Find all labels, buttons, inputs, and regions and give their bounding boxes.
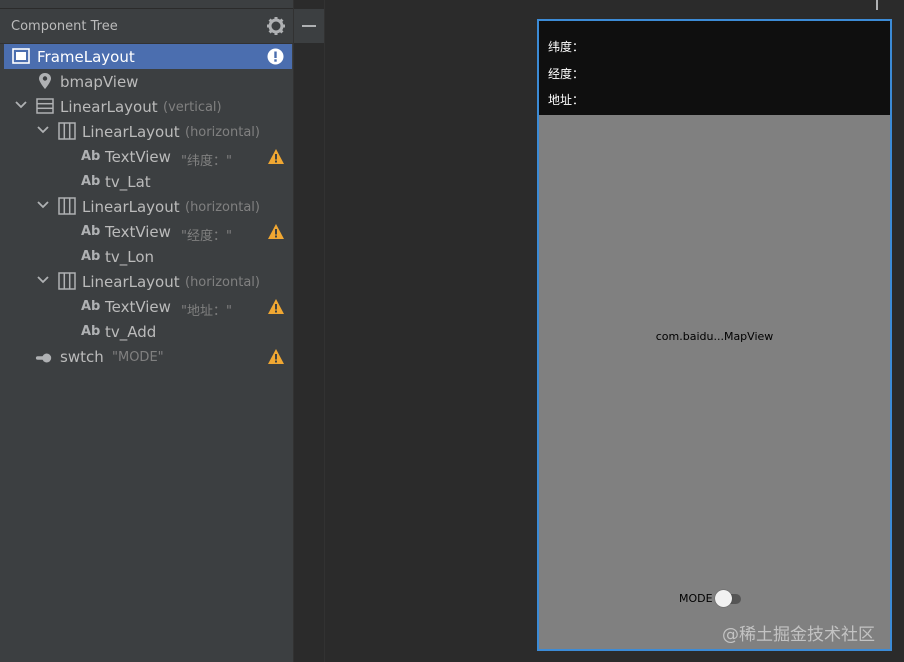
arrow-up-icon[interactable] xyxy=(870,0,884,10)
minimize-icon[interactable] xyxy=(299,16,319,36)
tree-item-linearlayout-horizontal[interactable]: LinearLayout (horizontal) xyxy=(4,269,292,294)
textview-icon: Ab xyxy=(81,174,101,189)
tree-item-linearlayout-horizontal[interactable]: LinearLayout (horizontal) xyxy=(4,119,292,144)
watermark: @稀土掘金技术社区 xyxy=(722,625,875,645)
device-preview[interactable]: 纬度： 经度： 地址： com.baidu...MapView MODE xyxy=(537,19,892,651)
tree-item-label: tv_Add xyxy=(105,323,157,341)
tree-item-framelayout[interactable]: FrameLayout xyxy=(4,44,292,69)
panel-top-strip xyxy=(0,0,293,9)
textview-icon: Ab xyxy=(81,324,101,339)
chevron-down-icon[interactable] xyxy=(36,123,50,137)
mode-switch-label: MODE xyxy=(679,592,713,605)
textview-icon: Ab xyxy=(81,299,101,314)
tree-item-linearlayout-vertical[interactable]: LinearLayout (vertical) xyxy=(4,94,292,119)
switch-icon xyxy=(35,353,52,363)
tree-item-textview[interactable]: Ab TextView "经度：" xyxy=(4,219,292,244)
tree-item-textview[interactable]: Ab TextView "纬度：" xyxy=(4,144,292,169)
panel-title: Component Tree xyxy=(11,19,118,34)
tree-item-detail: "MODE" xyxy=(112,350,164,365)
tree-item-label: FrameLayout xyxy=(37,48,135,66)
tree-item-label: swtch xyxy=(60,348,104,366)
tree-item-bmapview[interactable]: bmapView xyxy=(4,69,292,94)
chevron-down-icon[interactable] xyxy=(14,98,28,112)
tree-item-tv-lat[interactable]: Ab tv_Lat xyxy=(4,169,292,194)
tree-item-label: bmapView xyxy=(60,73,139,91)
frame-layout-icon xyxy=(12,48,30,64)
tree-item-linearlayout-horizontal[interactable]: LinearLayout (horizontal) xyxy=(4,194,292,219)
gutter-header xyxy=(294,9,324,43)
tree-item-label: LinearLayout xyxy=(60,98,158,116)
linear-layout-vertical-icon xyxy=(36,98,54,114)
mapview-placeholder: com.baidu...MapView xyxy=(655,330,774,343)
tree-item-label: tv_Lon xyxy=(105,248,155,266)
warning-icon[interactable] xyxy=(267,348,285,365)
info-header: 纬度： 经度： 地址： xyxy=(539,21,890,115)
address-label: 地址： xyxy=(548,93,585,107)
tree-item-tv-lon[interactable]: Ab tv_Lon xyxy=(4,244,292,269)
palette-gutter xyxy=(294,0,325,662)
tree-item-tv-add[interactable]: Ab tv_Add xyxy=(4,319,292,344)
component-tree-header: Component Tree xyxy=(0,9,293,44)
linear-layout-horizontal-icon xyxy=(58,122,76,140)
chevron-down-icon[interactable] xyxy=(36,198,50,212)
tree-item-label: TextView xyxy=(105,223,171,241)
textview-icon: Ab xyxy=(81,149,101,164)
tree-item-detail: "纬度：" xyxy=(181,154,232,169)
tree-item-detail: (horizontal) xyxy=(185,275,260,290)
tree-item-detail: "地址：" xyxy=(181,304,232,319)
linear-layout-horizontal-icon xyxy=(58,272,76,290)
warning-icon[interactable] xyxy=(267,223,285,240)
latitude-label: 纬度： xyxy=(548,40,585,54)
mode-switch[interactable] xyxy=(715,590,743,607)
warning-icon[interactable] xyxy=(267,148,285,165)
error-icon[interactable] xyxy=(267,48,284,65)
gear-icon[interactable] xyxy=(266,16,286,36)
tree-item-label: TextView xyxy=(105,148,171,166)
tree-item-switch[interactable]: swtch "MODE" xyxy=(4,344,292,369)
tree-item-detail: (horizontal) xyxy=(185,125,260,140)
tree-item-label: LinearLayout xyxy=(82,198,180,216)
chevron-down-icon[interactable] xyxy=(36,273,50,287)
tree-item-label: LinearLayout xyxy=(82,273,180,291)
warning-icon[interactable] xyxy=(267,298,285,315)
switch-thumb xyxy=(715,590,732,607)
location-pin-icon xyxy=(39,73,51,89)
tree-item-label: tv_Lat xyxy=(105,173,151,191)
tree-item-label: TextView xyxy=(105,298,171,316)
tree-item-label: LinearLayout xyxy=(82,123,180,141)
linear-layout-horizontal-icon xyxy=(58,197,76,215)
tree-item-detail: (vertical) xyxy=(163,100,222,115)
component-tree-panel: Component Tree FrameLayout bmapView Line… xyxy=(0,0,294,662)
textview-icon: Ab xyxy=(81,249,101,264)
textview-icon: Ab xyxy=(81,224,101,239)
tree-item-textview[interactable]: Ab TextView "地址：" xyxy=(4,294,292,319)
longitude-label: 经度： xyxy=(548,67,585,81)
tree-item-detail: (horizontal) xyxy=(185,200,260,215)
tree-item-detail: "经度：" xyxy=(181,229,232,244)
